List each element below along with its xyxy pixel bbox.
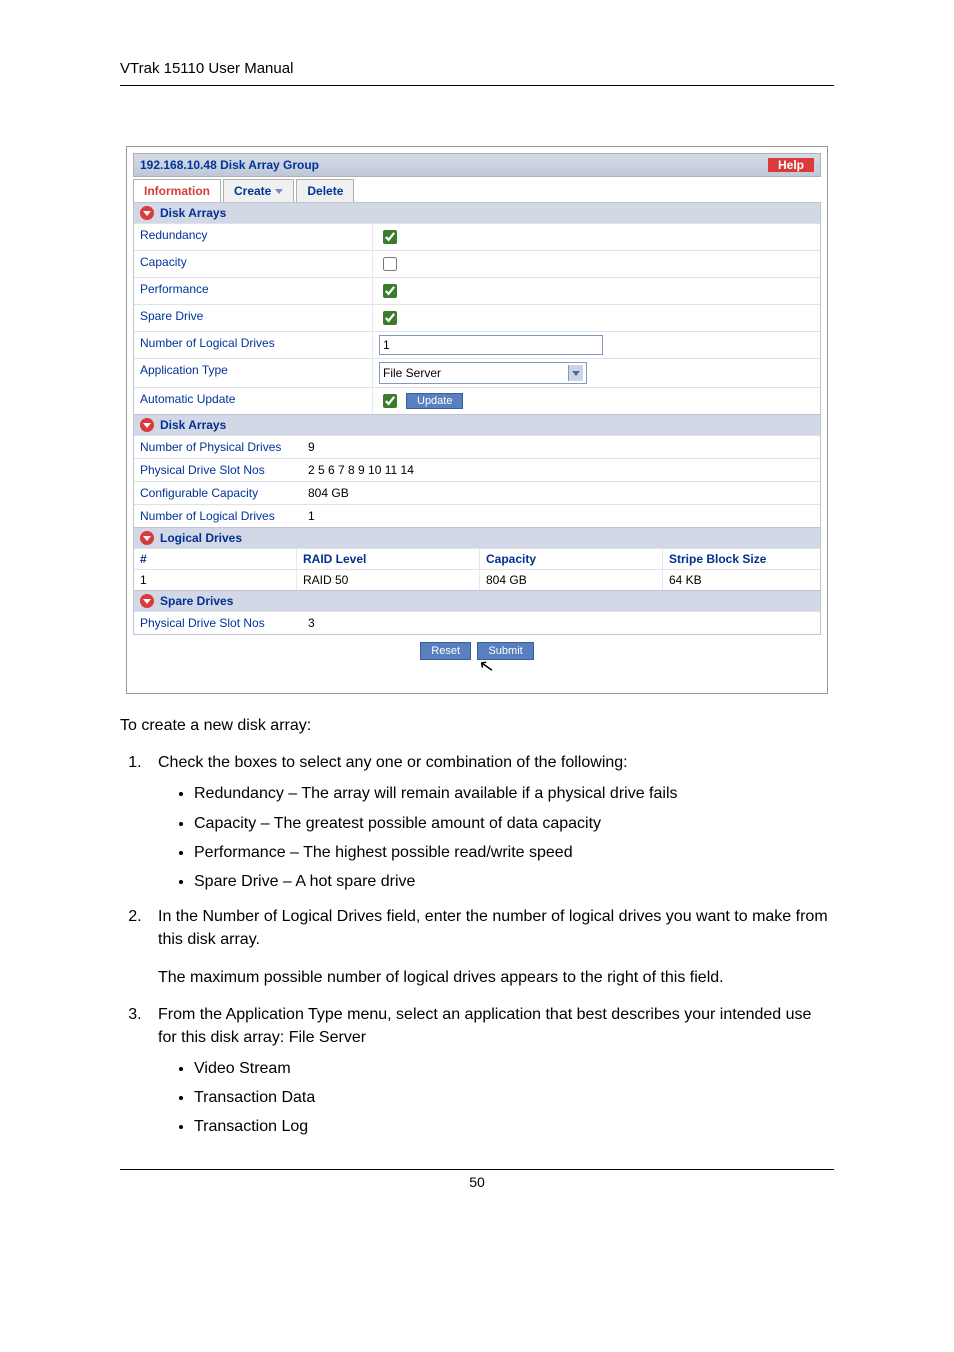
col-stripe: Stripe Block Size [663,549,820,569]
tab-delete[interactable]: Delete [296,179,354,202]
value-num-physical: 9 [302,439,820,455]
step-2-text-a: In the Number of Logical Drives field, e… [158,908,828,948]
main-panel: Disk Arrays Redundancy Capacity Performa… [133,202,821,635]
tabs: Information Create Delete [133,177,821,202]
bottom-buttons: Reset Submit ↖ [133,635,821,687]
tab-create-label: Create [234,184,271,198]
cell-stripe: 64 KB [663,570,820,590]
label-num-physical: Number of Physical Drives [134,439,302,455]
screenshot-container: 192.168.10.48 Disk Array Group Help Info… [126,146,828,694]
value-slot-nos: 2 5 6 7 8 9 10 11 14 [302,462,820,478]
chevron-down-icon [568,365,583,381]
section-title: Disk Arrays [160,418,226,432]
col-capacity: Capacity [480,549,663,569]
row-redundancy: Redundancy [134,223,820,250]
step-1: Check the boxes to select any one or com… [146,751,834,893]
col-num: # [134,549,297,569]
step-3-text: From the Application Type menu, select a… [158,1006,811,1046]
label-app-type: Application Type [134,359,373,387]
bullet: Redundancy – The array will remain avail… [194,782,834,805]
section-disk-arrays-1[interactable]: Disk Arrays [134,203,820,223]
row-spare-drive: Spare Drive [134,304,820,331]
page-header: VTrak 15110 User Manual [120,60,834,86]
step-2-text-b: The maximum possible number of logical d… [158,966,834,989]
bullet: Spare Drive – A hot spare drive [194,870,834,893]
page-footer: 50 [120,1169,834,1190]
label-spare-slot: Physical Drive Slot Nos [134,615,302,631]
intro-text: To create a new disk array: [120,714,834,737]
tab-create[interactable]: Create [223,179,294,202]
cell-capacity: 804 GB [480,570,663,590]
section-title: Spare Drives [160,594,233,608]
cell-num: 1 [134,570,297,590]
bullet: Transaction Data [194,1086,834,1109]
bullet: Capacity – The greatest possible amount … [194,812,834,835]
bullet: Transaction Log [194,1115,834,1138]
label-auto-update: Automatic Update [134,388,373,414]
value-spare-slot: 3 [302,615,820,631]
row-slot-nos: Physical Drive Slot Nos 2 5 6 7 8 9 10 1… [134,458,820,481]
label-spare-drive: Spare Drive [134,305,373,331]
step-3-bullets: Video Stream Transaction Data Transactio… [158,1057,834,1139]
section-logical-drives[interactable]: Logical Drives [134,527,820,548]
row-performance: Performance [134,277,820,304]
update-button[interactable]: Update [406,393,463,409]
row-capacity: Capacity [134,250,820,277]
col-raid: RAID Level [297,549,480,569]
label-num-logical: Number of Logical Drives [134,332,373,358]
value-num-logical-2: 1 [302,508,820,524]
select-app-type[interactable]: File Server [379,362,587,384]
row-auto-update: Automatic Update Update [134,387,820,414]
row-num-logical-2: Number of Logical Drives 1 [134,504,820,527]
checkbox-auto-update[interactable] [383,394,397,408]
row-spare-slot: Physical Drive Slot Nos 3 [134,611,820,634]
body-text: To create a new disk array: Check the bo… [120,714,834,1139]
row-app-type: Application Type File Server [134,358,820,387]
label-capacity: Capacity [134,251,373,277]
section-title: Disk Arrays [160,206,226,220]
label-config-cap: Configurable Capacity [134,485,302,501]
collapse-icon [140,418,154,432]
help-button[interactable]: Help [768,158,814,172]
step-3: From the Application Type menu, select a… [146,1003,834,1139]
checkbox-capacity[interactable] [383,257,397,271]
checkbox-performance[interactable] [383,284,397,298]
caret-down-icon [275,189,283,194]
row-num-logical: Number of Logical Drives [134,331,820,358]
checkbox-redundancy[interactable] [383,230,397,244]
logical-drives-row: 1 RAID 50 804 GB 64 KB [134,569,820,590]
label-slot-nos: Physical Drive Slot Nos [134,462,302,478]
reset-button[interactable]: Reset [420,642,471,660]
logical-drives-header: # RAID Level Capacity Stripe Block Size [134,548,820,569]
select-app-type-value: File Server [383,366,441,380]
row-num-physical: Number of Physical Drives 9 [134,435,820,458]
steps-list: Check the boxes to select any one or com… [120,751,834,1138]
step-2: In the Number of Logical Drives field, e… [146,905,834,989]
collapse-icon [140,531,154,545]
step-1-text: Check the boxes to select any one or com… [158,754,628,771]
bullet: Video Stream [194,1057,834,1080]
section-title: Logical Drives [160,531,242,545]
section-disk-arrays-2[interactable]: Disk Arrays [134,414,820,435]
label-performance: Performance [134,278,373,304]
step-1-bullets: Redundancy – The array will remain avail… [158,782,834,893]
title-bar-text: 192.168.10.48 Disk Array Group [140,158,319,172]
cell-raid: RAID 50 [297,570,480,590]
label-redundancy: Redundancy [134,224,373,250]
label-num-logical-2: Number of Logical Drives [134,508,302,524]
bullet: Performance – The highest possible read/… [194,841,834,864]
section-spare-drives[interactable]: Spare Drives [134,590,820,611]
input-num-logical[interactable] [379,335,603,355]
row-config-cap: Configurable Capacity 804 GB [134,481,820,504]
checkbox-spare-drive[interactable] [383,311,397,325]
title-bar: 192.168.10.48 Disk Array Group Help [133,153,821,177]
collapse-icon [140,594,154,608]
value-config-cap: 804 GB [302,485,820,501]
tab-information[interactable]: Information [133,179,221,202]
collapse-icon [140,206,154,220]
